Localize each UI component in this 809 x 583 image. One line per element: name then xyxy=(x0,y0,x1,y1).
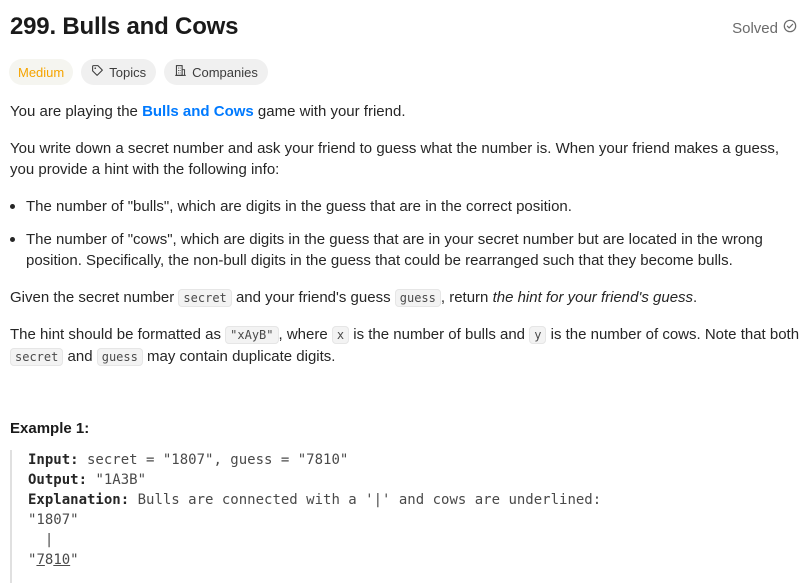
problem-title: 299. Bulls and Cows xyxy=(10,13,239,40)
text: " xyxy=(70,552,79,568)
output-value: "1A3B" xyxy=(87,472,147,488)
text: game with your friend. xyxy=(253,103,406,120)
example-secret-line: "1807" xyxy=(28,512,79,528)
underlined-digit: 10 xyxy=(53,552,71,568)
example-output-line: Output: "1A3B" xyxy=(28,470,800,490)
text: , return xyxy=(440,289,493,306)
explanation-label: Explanation: xyxy=(28,492,130,508)
inline-code: guess xyxy=(394,289,441,307)
inline-code: x xyxy=(331,326,350,344)
topics-label: Topics xyxy=(109,64,147,80)
bulls-and-cows-link[interactable]: Bulls and Cows xyxy=(142,103,254,120)
example-1-block: Input: secret = "1807", guess = "7810" O… xyxy=(10,450,800,583)
return-paragraph: Given the secret number secret and your … xyxy=(10,287,800,309)
example-input-line: Input: secret = "1807", guess = "7810" xyxy=(28,450,800,470)
text: is the number of bulls and xyxy=(349,326,530,343)
text: You are playing the xyxy=(10,103,143,120)
inline-code: guess xyxy=(96,348,143,366)
format-paragraph: The hint should be formatted as "xAyB", … xyxy=(10,324,800,368)
example-1-title: Example 1: xyxy=(10,420,90,437)
tag-icon xyxy=(91,64,104,80)
explanation-value: Bulls are connected with a '|' and cows … xyxy=(129,492,602,508)
intro-paragraph: You are playing the Bulls and Cows game … xyxy=(10,101,800,122)
building-icon xyxy=(174,64,187,80)
inline-code: secret xyxy=(10,348,64,366)
inline-code: y xyxy=(529,326,547,344)
bullet-bulls: The number of "bulls", which are digits … xyxy=(10,196,800,217)
companies-label: Companies xyxy=(192,64,258,80)
text: and your friend's guess xyxy=(231,289,395,306)
emphasis: the hint for your friend's guess xyxy=(492,289,694,306)
example-explanation-line: Explanation: Bulls are connected with a … xyxy=(28,490,800,510)
text: is the number of cows. Note that both xyxy=(546,326,800,343)
example-bar-line: | xyxy=(28,532,54,548)
rules-paragraph: You write down a secret number and ask y… xyxy=(10,140,780,178)
bullet-cows: The number of "cows", which are digits i… xyxy=(10,229,800,271)
text: The hint should be formatted as xyxy=(10,326,226,343)
text: . xyxy=(693,289,698,306)
underlined-digit: 7 xyxy=(36,552,45,568)
difficulty-badge[interactable]: Medium xyxy=(9,59,74,85)
text: may contain duplicate digits. xyxy=(142,348,336,365)
inline-code: secret xyxy=(178,289,232,307)
solved-status: Solved xyxy=(732,19,797,37)
text: and xyxy=(63,348,97,365)
input-value: secret = "1807", guess = "7810" xyxy=(78,452,349,468)
companies-button[interactable]: Companies xyxy=(164,59,268,85)
example-guess-line: "7810" xyxy=(28,550,800,570)
inline-code: "xAyB" xyxy=(225,326,279,344)
topics-button[interactable]: Topics xyxy=(81,59,157,85)
input-label: Input: xyxy=(28,452,79,468)
text: , where xyxy=(278,326,332,343)
output-label: Output: xyxy=(28,472,88,488)
solved-label: Solved xyxy=(732,19,778,37)
text: Given the secret number xyxy=(10,289,179,306)
check-circle-icon xyxy=(783,19,797,37)
tag-bar: Medium Topics Companies xyxy=(9,59,268,85)
difficulty-label: Medium xyxy=(18,64,65,80)
